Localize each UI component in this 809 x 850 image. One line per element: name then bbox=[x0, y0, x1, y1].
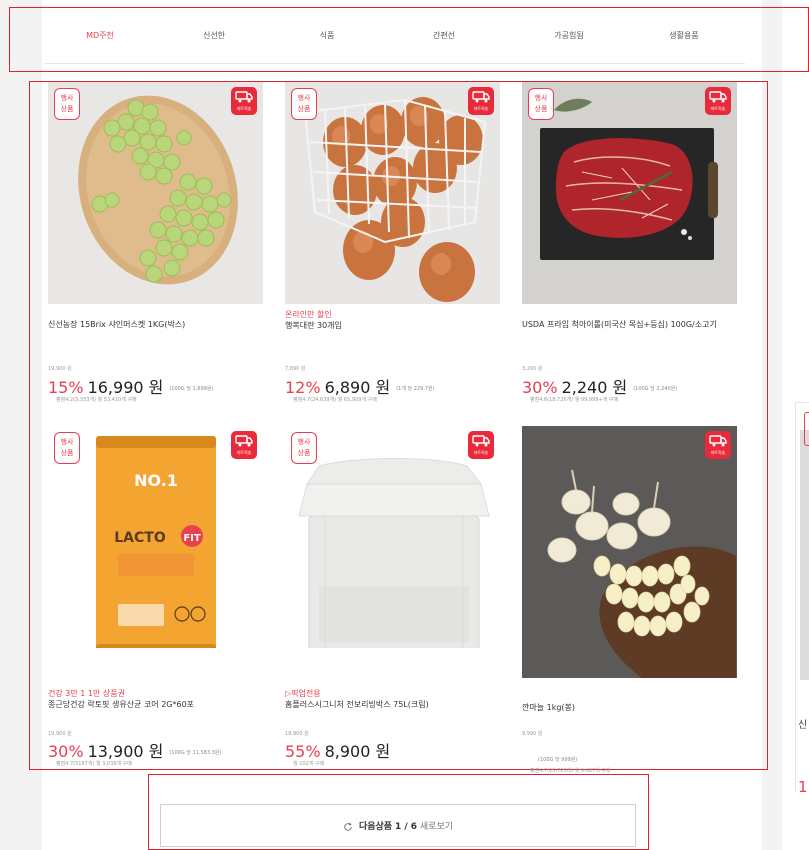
rating-purchases: 평점4.2(3,333개) 월 53,410개 구매 bbox=[56, 397, 137, 403]
truck-icon bbox=[235, 91, 253, 103]
sale-price: 2,240 원 bbox=[561, 378, 628, 397]
rating-purchases: 평점4.7(15,703개) 월 9,687개 구매 bbox=[530, 768, 611, 774]
eggs-image bbox=[285, 82, 500, 304]
sale-price: 13,900 원 bbox=[87, 742, 164, 761]
unit-price: (100G 당 999원) bbox=[538, 757, 578, 763]
discount-rate: 30% bbox=[48, 742, 84, 761]
side-card-image[interactable] bbox=[800, 430, 809, 680]
more-button-suffix: 새로보기 bbox=[419, 822, 454, 832]
svg-text:NO.1: NO.1 bbox=[134, 471, 178, 490]
product-name[interactable]: 홈플러스시그니처 전보리빙박스 75L(크림) bbox=[285, 699, 500, 710]
rating-purchases: 월 102개 구매 bbox=[293, 761, 325, 767]
product-name[interactable]: 깐마늘 1kg(봉) bbox=[522, 702, 737, 713]
original-price: 3,200 원 bbox=[522, 366, 543, 372]
promo-label: ▷픽업전용 bbox=[285, 689, 321, 698]
promo-label: 건강 3만 1 1만 상품권 bbox=[48, 689, 125, 698]
unit-price: (1개 당 229.7원) bbox=[396, 386, 435, 392]
discount-rate: 12% bbox=[285, 378, 321, 397]
product-card[interactable]: 행사 상품 마트직송 ▷픽업전용 홈플러스시그니처 전보리빙박스 75L(크림) … bbox=[285, 426, 500, 767]
discount-rate: 55% bbox=[285, 742, 321, 761]
unit-price: (100G 당 2,240원) bbox=[633, 386, 678, 392]
original-price: 9,990 원 bbox=[522, 731, 543, 737]
product-image-storage-box[interactable] bbox=[285, 426, 500, 648]
tab-fresh[interactable]: 신선한 bbox=[203, 30, 225, 41]
original-price: 19,900 원 bbox=[48, 731, 72, 737]
product-image-garlic[interactable] bbox=[522, 426, 737, 678]
rating-purchases: 평점4.7(5187개) 월 3,039개 구매 bbox=[56, 761, 132, 767]
event-badge: 행사 상품 bbox=[54, 432, 80, 464]
product-name[interactable]: 종근당건강 락토핏 생유산균 코어 2G*60포 bbox=[48, 699, 263, 710]
price-line: 12% 6,890 원 (1개 당 229.7원) bbox=[285, 374, 435, 398]
product-image-beef[interactable] bbox=[522, 82, 737, 304]
price-line: 30% 2,240 원 (100G 당 2,240원) bbox=[522, 374, 677, 398]
grapes-image bbox=[48, 82, 263, 304]
tab-food[interactable]: 식품 bbox=[320, 30, 335, 41]
sale-price: 8,900 원 bbox=[324, 742, 391, 761]
sale-price: 6,890 원 bbox=[324, 378, 391, 397]
unit-price: (100G 당 11,583.3원) bbox=[169, 750, 222, 756]
garlic-image bbox=[522, 426, 737, 678]
side-card-event-badge bbox=[804, 412, 809, 446]
tab-md-pick[interactable]: MD주천 bbox=[86, 30, 114, 41]
next-products-button[interactable]: 다음상품 1 / 6 새로보기 bbox=[160, 804, 636, 847]
product-image-lactofit[interactable]: NO.1 LACTO FIT bbox=[48, 426, 263, 648]
product-image-grapes[interactable] bbox=[48, 82, 263, 304]
original-price: 7,890 원 bbox=[285, 366, 306, 372]
tab-household[interactable]: 생활용품 bbox=[669, 30, 698, 41]
unit-price: (100G 당 1,699원) bbox=[169, 386, 214, 392]
product-name[interactable]: USDA 프라임 척아이롤(미국산 목심+등심) 100G/소고기 bbox=[522, 319, 734, 330]
truck-icon bbox=[235, 435, 253, 447]
event-badge: 행사 상품 bbox=[54, 88, 80, 120]
truck-icon bbox=[709, 435, 727, 447]
mart-delivery-badge: 마트직송 bbox=[705, 87, 731, 115]
price-line: 55% 8,900 원 bbox=[285, 738, 390, 762]
storage-box-image bbox=[285, 426, 500, 648]
svg-text:LACTO: LACTO bbox=[114, 530, 166, 546]
price-line: 30% 13,900 원 (100G 당 11,583.3원) bbox=[48, 738, 221, 762]
product-card[interactable]: 행사 상품 마트직송 USDA 프라임 척아이롤(미국산 목심+등심) 100G/… bbox=[522, 82, 737, 403]
lactofit-image: NO.1 LACTO FIT bbox=[48, 426, 263, 648]
mart-delivery-badge: 마트직송 bbox=[231, 87, 257, 115]
product-card[interactable]: NO.1 LACTO FIT 행사 상품 마트직송 건강 3만 1 1만 상품권 … bbox=[48, 426, 263, 767]
discount-rate: 15% bbox=[48, 378, 84, 397]
side-card-name[interactable]: 신 bbox=[798, 716, 809, 731]
price-line: 15% 16,990 원 (100G 당 1,699원) bbox=[48, 374, 213, 398]
product-card[interactable]: 행사 상품 마트직송 온라인만 할인 행복대란 30개입 7,890 원 12% 6… bbox=[285, 82, 500, 403]
mart-delivery-badge: 마트직송 bbox=[468, 87, 494, 115]
beef-image bbox=[522, 82, 737, 304]
refresh-icon bbox=[344, 822, 352, 831]
truck-icon bbox=[472, 91, 490, 103]
discount-rate: 30% bbox=[522, 378, 558, 397]
truck-icon bbox=[472, 435, 490, 447]
svg-text:FIT: FIT bbox=[183, 533, 201, 544]
mart-delivery-badge: 마트직송 bbox=[468, 431, 494, 459]
product-image-eggs[interactable] bbox=[285, 82, 500, 304]
more-button-page: 1 / 6 bbox=[394, 822, 418, 832]
event-badge: 행사 상품 bbox=[291, 432, 317, 464]
rating-purchases: 평점4.6(18,726개) 월 99,999+개 구매 bbox=[530, 397, 619, 403]
category-tabs bbox=[45, 20, 745, 64]
original-price: 19,900 원 bbox=[48, 366, 72, 372]
rating-purchases: 평점4.7(24,639개) 월 65,909개 구매 bbox=[293, 397, 377, 403]
original-price: 19,900 원 bbox=[285, 731, 309, 737]
mart-delivery-badge: 마트직송 bbox=[231, 431, 257, 459]
event-badge: 행사 상품 bbox=[291, 88, 317, 120]
sale-price: 16,990 원 bbox=[87, 378, 164, 397]
product-card[interactable]: 마트직송 깐마늘 1kg(봉) 9,990 원 (100G 당 999원) 평점… bbox=[522, 426, 737, 774]
promo-label: 온라인만 할인 bbox=[285, 310, 332, 319]
side-card-price: 1 bbox=[798, 778, 808, 796]
product-card[interactable]: 행사 상품 마트직송 신선농장 15Brix 샤인머스켓 1KG(박스) 19,9… bbox=[48, 82, 263, 403]
tab-convenience[interactable]: 간편선 bbox=[433, 30, 455, 41]
product-name[interactable]: 행복대란 30개입 bbox=[285, 320, 500, 331]
more-button-prefix: 다음상품 bbox=[358, 822, 393, 832]
mart-delivery-badge: 마트직송 bbox=[705, 431, 731, 459]
event-badge: 행사 상품 bbox=[528, 88, 554, 120]
tab-processed[interactable]: 가공힘됨 bbox=[554, 30, 583, 41]
product-name[interactable]: 신선농장 15Brix 샤인머스켓 1KG(박스) bbox=[48, 319, 263, 330]
truck-icon bbox=[709, 91, 727, 103]
